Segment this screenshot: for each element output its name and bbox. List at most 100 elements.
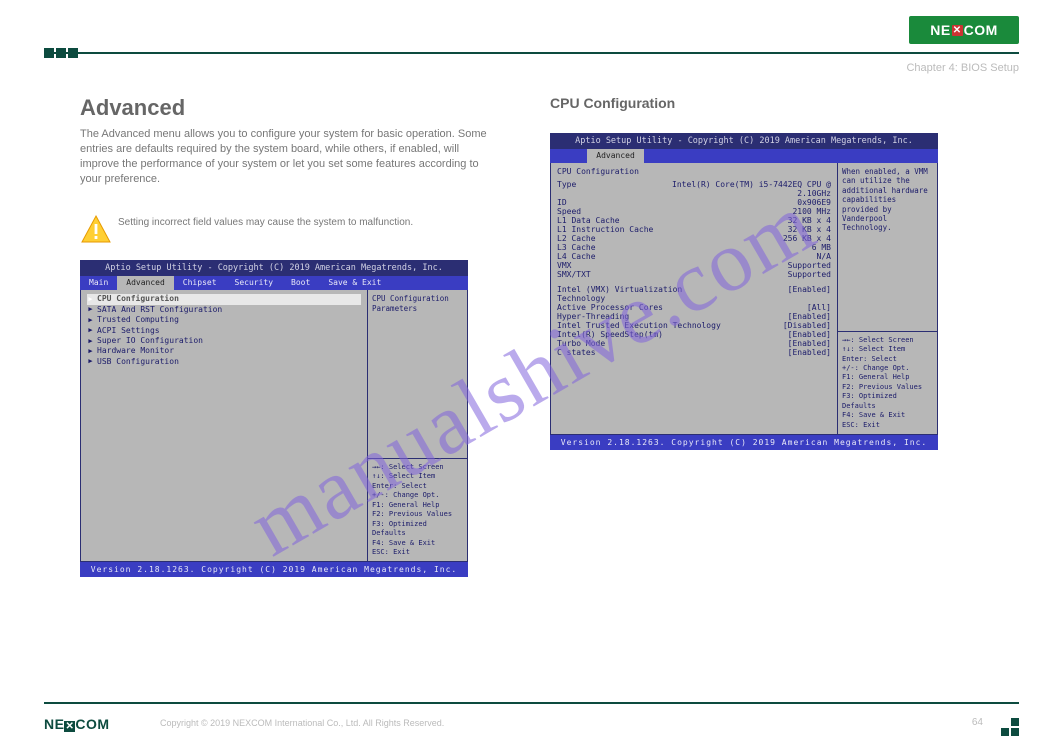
bios-menu-item: ▶Super IO Configuration: [87, 336, 361, 346]
row-v: [Enabled]: [788, 330, 831, 339]
bios-help-keys: →←: Select Screen ↑↓: Select Item Enter:…: [838, 331, 937, 434]
bios-opt: Intel(R) SpeedStep(tm) [Enabled]: [557, 330, 831, 339]
bios-opt: Technology: [557, 294, 831, 303]
bios-row: ID 0x906E9: [557, 198, 831, 207]
row-k: ID: [557, 198, 567, 207]
row-v: 2100 MHz: [792, 207, 831, 216]
row-k: C states: [557, 348, 596, 357]
row-v: 32 KB x 4: [788, 225, 831, 234]
section-desc: The Advanced menu allows you to configur…: [80, 127, 500, 186]
help-key: →←: Select Screen: [372, 463, 463, 472]
chapter-label: Chapter 4: BIOS Setup: [906, 62, 1019, 74]
footer-logo: NE✕COM: [44, 716, 110, 732]
bios-item-label: Super IO Configuration: [97, 336, 203, 346]
footer-rule: [44, 702, 1019, 704]
bios-opt: Intel Trusted Execution Technology [Disab…: [557, 321, 831, 330]
bios-opt: Turbo Mode [Enabled]: [557, 339, 831, 348]
help-key: +/-: Change Opt.: [842, 364, 933, 373]
row-v: 6 MB: [812, 243, 831, 252]
row-k: Technology: [557, 294, 605, 303]
bios-tabbar: Main Advanced Chipset Security Boot Save…: [80, 276, 468, 290]
help-key: F3: Optimized Defaults: [842, 392, 933, 411]
bios-opt: Intel (VMX) Virtualization[Enabled]: [557, 285, 831, 294]
help-key: F4: Save & Exit: [842, 411, 933, 420]
bios-row: L4 Cache N/A: [557, 252, 831, 261]
bios-row: Type Intel(R) Core(TM) i5-7442EQ CPU @ 2.…: [557, 180, 831, 198]
copyright: Copyright © 2019 NEXCOM International Co…: [160, 718, 444, 728]
section-heading-advanced: Advanced: [80, 95, 500, 121]
row-k: SMX/TXT: [557, 270, 591, 279]
bios-menu-item: ▶Hardware Monitor: [87, 346, 361, 356]
help-key: F1: General Help: [372, 501, 463, 510]
bios-subhead: CPU Configuration: [557, 167, 831, 176]
row-k: Type: [557, 180, 576, 198]
help-key: F2: Previous Values: [372, 510, 463, 519]
row-k: Turbo Mode: [557, 339, 605, 348]
bios-screenshot-advanced: Aptio Setup Utility - Copyright (C) 2019…: [80, 260, 468, 577]
bios-tab-boot: Boot: [282, 276, 319, 290]
help-key: F3: Optimized Defaults: [372, 520, 463, 539]
bios-tabbar: Main Advanced: [550, 149, 938, 163]
help-key: Enter: Select: [842, 355, 933, 364]
bios-screenshot-cpu: Aptio Setup Utility - Copyright (C) 2019…: [550, 133, 938, 450]
row-k: L1 Instruction Cache: [557, 225, 653, 234]
bios-row: Speed 2100 MHz: [557, 207, 831, 216]
bios-title: Aptio Setup Utility - Copyright (C) 2019…: [80, 260, 468, 276]
help-key: F1: General Help: [842, 373, 933, 382]
row-v: 0x906E9: [797, 198, 831, 207]
bios-opt: Hyper-Threading[Enabled]: [557, 312, 831, 321]
row-k: L2 Cache: [557, 234, 596, 243]
row-v: Intel(R) Core(TM) i5-7442EQ CPU @ 2.10GH…: [651, 180, 831, 198]
help-key: F2: Previous Values: [842, 383, 933, 392]
help-key: F4: Save & Exit: [372, 539, 463, 548]
row-k: Speed: [557, 207, 581, 216]
bios-item-label: SATA And RST Configuration: [97, 305, 222, 315]
bios-row: L1 Data Cache 32 KB x 4: [557, 216, 831, 225]
bios-tab-security: Security: [226, 276, 283, 290]
row-k: L1 Data Cache: [557, 216, 620, 225]
row-k: Hyper-Threading: [557, 312, 629, 321]
bios-menu-item: ▶ACPI Settings: [87, 326, 361, 336]
row-k: VMX: [557, 261, 571, 270]
bios-item-label: Hardware Monitor: [97, 346, 174, 356]
row-k: Intel Trusted Execution Technology: [557, 321, 721, 330]
help-key: ↑↓: Select Item: [372, 472, 463, 481]
row-v: 256 KB x 4: [783, 234, 831, 243]
help-key: ESC: Exit: [372, 548, 463, 557]
bios-side-desc: CPU Configuration Parameters: [368, 290, 467, 458]
bios-row: L1 Instruction Cache 32 KB x 4: [557, 225, 831, 234]
row-v: [Enabled]: [788, 339, 831, 348]
bios-row: SMX/TXT Supported: [557, 270, 831, 279]
bios-menu-item: ▶USB Configuration: [87, 357, 361, 367]
footer-cubes-icon: [997, 714, 1019, 736]
help-key: +/-: Change Opt.: [372, 491, 463, 500]
help-key: ESC: Exit: [842, 421, 933, 430]
help-key: →←: Select Screen: [842, 336, 933, 345]
row-k: L3 Cache: [557, 243, 596, 252]
row-v: Supported: [788, 270, 831, 279]
bios-title: Aptio Setup Utility - Copyright (C) 2019…: [550, 133, 938, 149]
bios-footer: Version 2.18.1263. Copyright (C) 2019 Am…: [80, 562, 468, 577]
bios-opt: C states[Enabled]: [557, 348, 831, 357]
bios-menu-item: ▶Trusted Computing: [87, 315, 361, 325]
bios-tab-advanced: Advanced: [587, 149, 644, 163]
subheading-cpu-config: CPU Configuration: [550, 95, 970, 111]
row-v: [Disabled]: [783, 321, 831, 330]
bios-help-keys: →←: Select Screen ↑↓: Select Item Enter:…: [368, 458, 467, 561]
row-k: Active Processor Cores: [557, 303, 663, 312]
row-v: [Enabled]: [788, 285, 831, 294]
bios-opt: Active Processor Cores[All]: [557, 303, 831, 312]
brand-logo: NE✕COM: [909, 16, 1019, 44]
row-k: L4 Cache: [557, 252, 596, 261]
bios-tab-chipset: Chipset: [174, 276, 226, 290]
bios-footer: Version 2.18.1263. Copyright (C) 2019 Am…: [550, 435, 938, 450]
help-key: ↑↓: Select Item: [842, 345, 933, 354]
row-k: Intel(R) SpeedStep(tm): [557, 330, 663, 339]
header-rule: [44, 52, 1019, 54]
bios-item-label: Trusted Computing: [97, 315, 179, 325]
row-v: N/A: [817, 252, 831, 261]
warning-icon: [80, 214, 112, 244]
bios-side-desc: When enabled, a VMM can utilize the addi…: [838, 163, 937, 331]
bios-row: VMXSupported: [557, 261, 831, 270]
row-v: 32 KB x 4: [788, 216, 831, 225]
